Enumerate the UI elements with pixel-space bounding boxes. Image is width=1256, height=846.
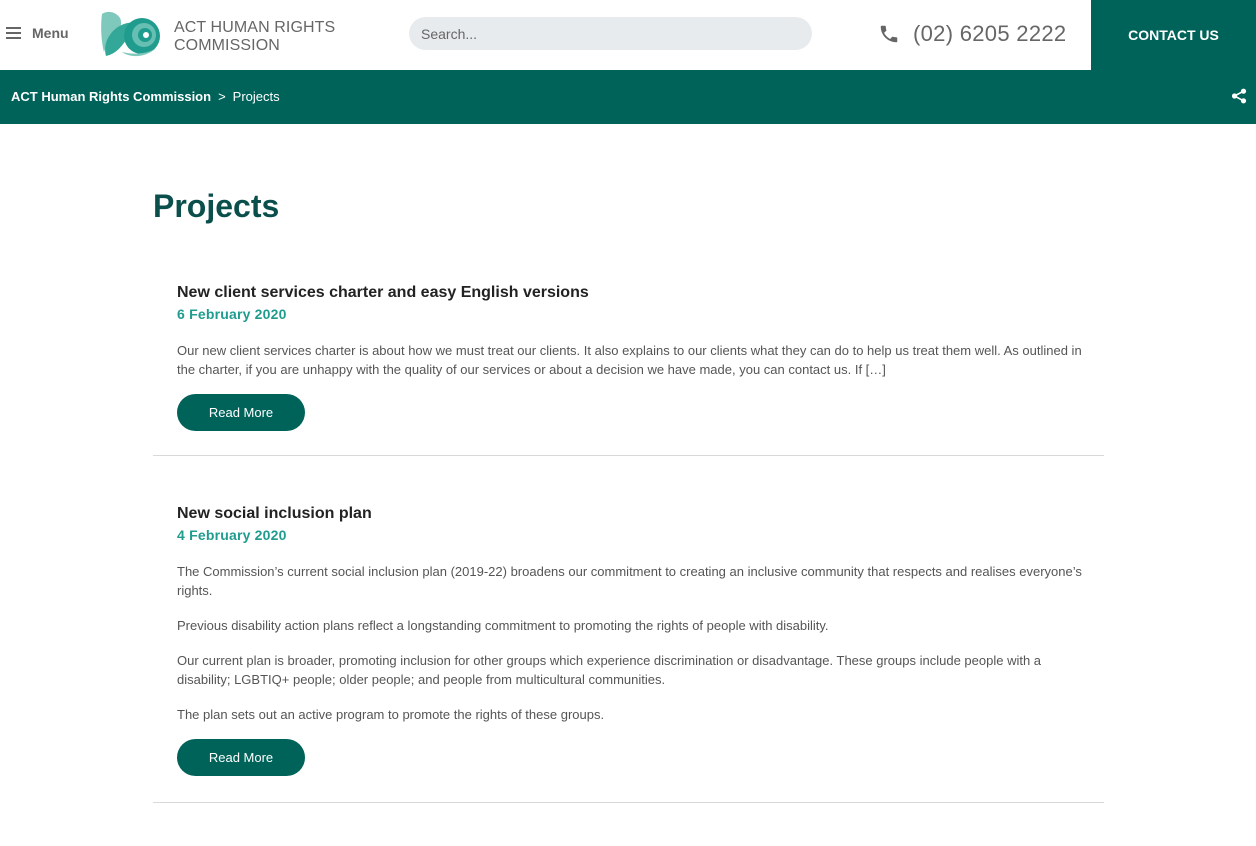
article-title[interactable]: New social inclusion plan (177, 504, 1092, 524)
phone-contact[interactable]: (02) 6205 2222 (878, 20, 1066, 48)
share-icon[interactable] (1231, 88, 1247, 104)
breadcrumb-home-link[interactable]: ACT Human Rights Commission (11, 89, 211, 104)
article-paragraph: The Commission’s current social inclusio… (177, 564, 1082, 598)
article-paragraph: Our current plan is broader, promoting i… (177, 653, 1042, 687)
contact-us-button[interactable]: CONTACT US (1091, 0, 1256, 70)
menu-label: Menu (32, 25, 69, 41)
site-header: Menu ACT HUMAN RIGHTS COMMISSION (02) 62… (0, 0, 1256, 70)
read-more-button[interactable]: Read More (177, 394, 305, 431)
article-card: New client services charter and easy Eng… (153, 283, 1104, 456)
menu-button[interactable]: Menu (6, 23, 69, 43)
article-date: 6 February 2020 (177, 306, 287, 322)
breadcrumb-separator: > (218, 89, 226, 104)
article-excerpt: Our new client services charter is about… (177, 343, 1082, 377)
breadcrumb-current: Projects (232, 89, 280, 104)
search-input[interactable] (409, 17, 812, 50)
org-name[interactable]: ACT HUMAN RIGHTS COMMISSION (174, 19, 374, 55)
article-date: 4 February 2020 (177, 527, 287, 543)
read-more-button[interactable]: Read More (177, 739, 305, 776)
page-title: Projects (153, 188, 280, 224)
phone-icon (880, 25, 898, 43)
breadcrumb-bar: ACT Human Rights Commission > Projects (0, 70, 1256, 124)
hamburger-icon (6, 27, 21, 39)
article-paragraph: Previous disability action plans reflect… (177, 618, 829, 633)
logo-nautilus-icon[interactable] (100, 8, 161, 60)
article-card: New social inclusion plan 4 February 202… (153, 504, 1104, 803)
breadcrumb: ACT Human Rights Commission > Projects (11, 89, 280, 104)
phone-number: (02) 6205 2222 (913, 21, 1067, 46)
article-paragraph: The plan sets out an active program to p… (177, 707, 605, 722)
article-title[interactable]: New client services charter and easy Eng… (177, 283, 1092, 303)
